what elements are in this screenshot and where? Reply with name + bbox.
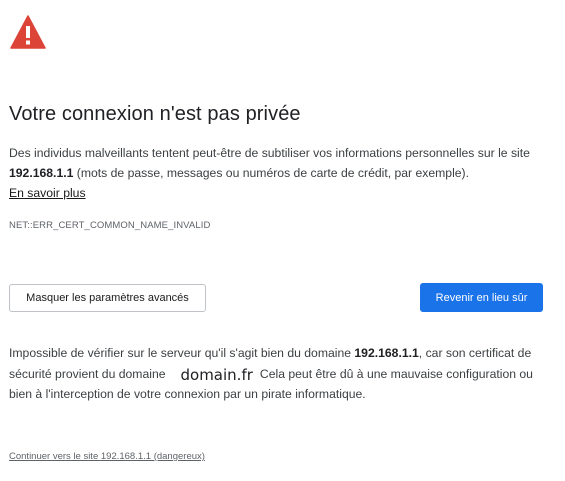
explanation-text-2: (mots de passe, messages ou numéros de c… [73, 166, 469, 180]
hide-advanced-button[interactable]: Masquer les paramètres avancés [9, 284, 206, 312]
proceed-unsafe-link[interactable]: Continuer vers le site 192.168.1.1 (dang… [9, 451, 205, 462]
error-code: NET::ERR_CERT_COMMON_NAME_INVALID [9, 220, 211, 231]
learn-more-link[interactable]: En savoir plus [9, 186, 86, 200]
warning-triangle-icon [10, 15, 46, 49]
main-explanation: Des individus malveillants tentent peut-… [9, 143, 557, 203]
certificate-domain: domain.fr [180, 366, 253, 384]
details-text-1: Impossible de vérifier sur le serveur qu… [9, 346, 355, 360]
details-host: 192.168.1.1 [354, 346, 419, 360]
page-title: Votre connexion n'est pas privée [9, 103, 301, 125]
explanation-host: 192.168.1.1 [9, 166, 74, 180]
back-to-safety-button[interactable]: Revenir en lieu sûr [420, 283, 543, 312]
explanation-text-1: Des individus malveillants tentent peut-… [9, 146, 530, 160]
details-text: Impossible de vérifier sur le serveur qu… [9, 343, 539, 404]
